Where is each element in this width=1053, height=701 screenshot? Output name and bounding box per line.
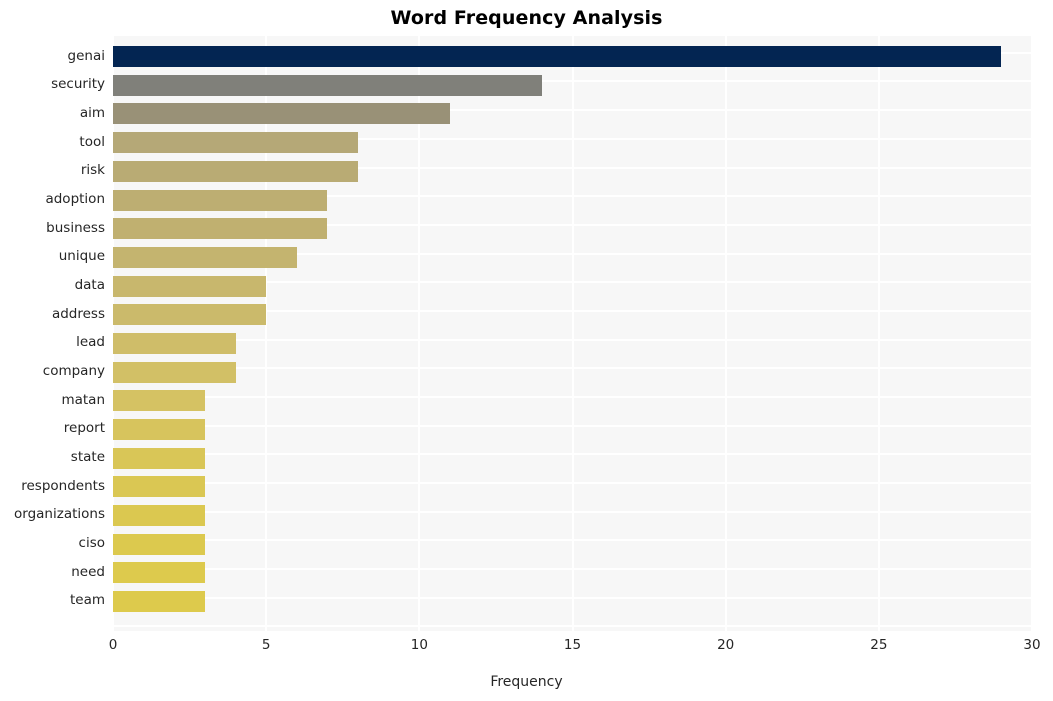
bar[interactable] [113, 332, 236, 354]
x-axis-tick-label: 0 [108, 637, 118, 653]
chart-title: Word Frequency Analysis [390, 7, 663, 29]
x-axis-tick-label: 20 [717, 637, 735, 653]
bar[interactable] [113, 476, 205, 498]
y-axis-tick-label: address [51, 305, 105, 322]
y-axis-tick-label: adoption [45, 191, 105, 208]
y-axis-tick-label: team [69, 592, 105, 609]
bar[interactable] [113, 103, 450, 125]
y-axis-tick-label: ciso [78, 535, 105, 552]
y-axis-tick-label: unique [58, 248, 105, 265]
y-axis-tick-label: lead [76, 334, 105, 351]
bar[interactable] [113, 562, 205, 584]
y-axis-tick-label: state [70, 449, 105, 466]
bar[interactable] [113, 504, 205, 526]
x-axis-tick-label: 30 [1023, 637, 1041, 653]
bar[interactable] [113, 275, 267, 297]
bar[interactable] [113, 46, 1002, 68]
y-axis-tick-labels: genai security aim tool risk adoption business… [0, 36, 105, 631]
chart-figure: Word Frequency Analysis genai security aim… [0, 0, 1053, 701]
bar[interactable] [113, 361, 236, 383]
y-axis-tick-label: need [71, 563, 105, 580]
y-axis-tick-label: data [74, 277, 105, 294]
y-axis-tick-label: respondents [21, 477, 105, 494]
y-axis-tick-label: risk [80, 162, 105, 179]
bar-series [113, 36, 1032, 631]
y-axis-tick-label: business [46, 219, 105, 236]
x-axis-tick-label: 15 [563, 637, 582, 653]
bar[interactable] [113, 160, 359, 182]
x-axis-tick-label: 10 [410, 637, 428, 653]
bar[interactable] [113, 132, 359, 154]
y-axis-tick-label: company [42, 363, 105, 380]
y-axis-tick-label: matan [61, 391, 105, 408]
bar[interactable] [113, 246, 297, 268]
y-axis-tick-label: genai [67, 47, 105, 64]
x-axis-tick-label: 5 [261, 637, 271, 653]
x-axis-tick-labels: 0 5 10 15 20 25 30 [0, 637, 1053, 661]
bar[interactable] [113, 218, 328, 240]
y-axis-tick-label: organizations [14, 506, 105, 523]
x-axis-tick-label: 25 [870, 637, 888, 653]
y-axis-tick-label: security [51, 76, 105, 93]
bar[interactable] [113, 74, 542, 96]
bar[interactable] [113, 189, 328, 211]
bar[interactable] [113, 304, 267, 326]
x-axis-title: Frequency [490, 674, 563, 690]
y-axis-tick-label: tool [79, 133, 105, 150]
y-axis-tick-label: aim [79, 104, 105, 121]
bar[interactable] [113, 390, 205, 412]
bar[interactable] [113, 418, 205, 440]
bar[interactable] [113, 590, 205, 612]
bar[interactable] [113, 533, 205, 555]
y-axis-tick-label: report [63, 420, 105, 437]
bar[interactable] [113, 447, 205, 469]
plot-area [113, 36, 1032, 631]
